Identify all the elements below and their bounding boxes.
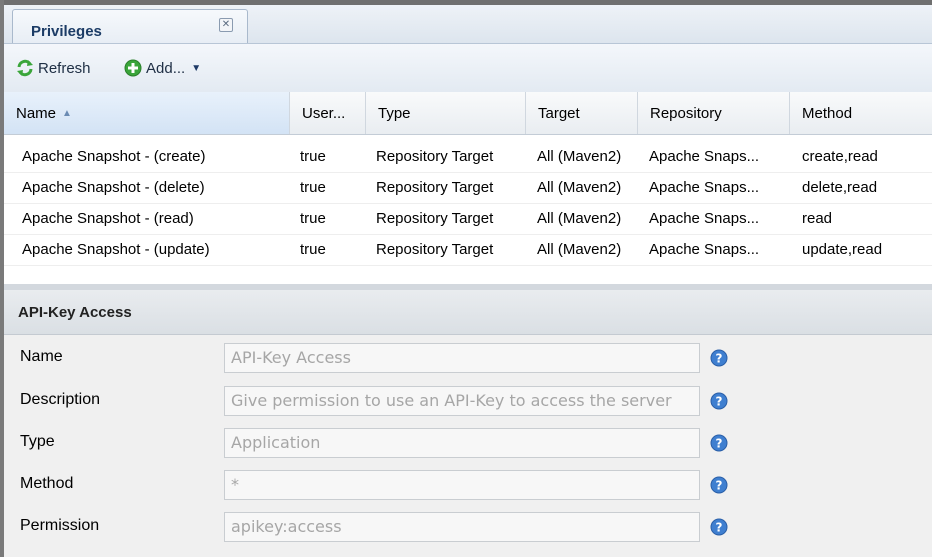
cell-user: true xyxy=(300,241,326,258)
cell-method: update,read xyxy=(802,241,883,258)
column-header-target[interactable]: Target xyxy=(526,92,638,134)
help-icon[interactable]: ? xyxy=(710,392,728,410)
help-icon[interactable]: ? xyxy=(710,349,728,367)
form-row-name: Name API-Key Access ? xyxy=(4,343,932,375)
sort-ascending-icon: ▲ xyxy=(62,107,72,119)
cell-repository: Apache Snaps... xyxy=(649,241,760,258)
cell-type: Repository Target xyxy=(376,210,494,227)
field-label: Name xyxy=(20,348,63,365)
cell-name: Apache Snapshot - (create) xyxy=(22,148,206,165)
description-field[interactable]: Give permission to use an API-Key to acc… xyxy=(224,386,700,416)
form-title: API-Key Access xyxy=(18,304,132,321)
chevron-down-icon[interactable]: ▼ xyxy=(191,63,201,74)
cell-name: Apache Snapshot - (update) xyxy=(22,241,210,258)
field-label: Description xyxy=(20,391,101,408)
name-field[interactable]: API-Key Access xyxy=(224,343,700,373)
cell-user: true xyxy=(300,179,326,196)
form-row-description: Description Give permission to use an AP… xyxy=(4,386,932,418)
column-header-name[interactable]: Name ▲ xyxy=(4,92,290,134)
svg-text:?: ? xyxy=(716,521,723,535)
type-field[interactable]: Application xyxy=(224,428,700,458)
tab-label: Privileges xyxy=(31,23,102,40)
column-label: Method xyxy=(802,104,853,122)
form-row-permission: Permission apikey:access ? xyxy=(4,512,932,544)
column-header-type[interactable]: Type xyxy=(366,92,526,134)
cell-method: read xyxy=(802,210,833,227)
cell-user: true xyxy=(300,148,326,165)
help-icon[interactable]: ? xyxy=(710,518,728,536)
column-header-user[interactable]: User... xyxy=(290,92,366,134)
tab-strip: Privileges ✕ xyxy=(4,5,932,44)
cell-target: All (Maven2) xyxy=(537,241,622,258)
permission-field[interactable]: apikey:access xyxy=(224,512,700,542)
svg-text:?: ? xyxy=(716,395,723,409)
column-label: Type xyxy=(378,104,411,122)
add-label: Add... xyxy=(146,59,186,77)
cell-name: Apache Snapshot - (delete) xyxy=(22,179,205,196)
add-button[interactable]: Add... ▼ xyxy=(124,56,201,80)
refresh-button[interactable]: Refresh xyxy=(16,56,91,80)
field-label: Type xyxy=(20,433,55,450)
help-icon[interactable]: ? xyxy=(710,434,728,452)
help-icon[interactable]: ? xyxy=(710,476,728,494)
privilege-form: Name API-Key Access ? Description Give p… xyxy=(4,335,932,557)
cell-repository: Apache Snaps... xyxy=(649,148,760,165)
column-label: Name xyxy=(16,104,57,122)
table-row[interactable]: Apache Snapshot - (update) true Reposito… xyxy=(4,235,932,266)
refresh-label: Refresh xyxy=(38,59,91,77)
cell-repository: Apache Snaps... xyxy=(649,210,760,227)
cell-method: create,read xyxy=(802,148,878,165)
svg-text:?: ? xyxy=(716,437,723,451)
svg-text:?: ? xyxy=(716,352,723,366)
cell-target: All (Maven2) xyxy=(537,210,622,227)
table-row[interactable]: Apache Snapshot - (create) true Reposito… xyxy=(4,142,932,173)
cell-target: All (Maven2) xyxy=(537,148,622,165)
close-icon[interactable]: ✕ xyxy=(219,18,233,32)
form-row-method: Method * ? xyxy=(4,470,932,502)
method-field[interactable]: * xyxy=(224,470,700,500)
cell-repository: Apache Snaps... xyxy=(649,179,760,196)
field-label: Permission xyxy=(20,517,100,534)
form-row-type: Type Application ? xyxy=(4,428,932,460)
refresh-icon xyxy=(17,59,33,77)
column-header-repository[interactable]: Repository xyxy=(638,92,790,134)
cell-type: Repository Target xyxy=(376,241,494,258)
grid-body: Apache Snapshot - (create) true Reposito… xyxy=(4,142,932,266)
table-row[interactable]: Apache Snapshot - (delete) true Reposito… xyxy=(4,173,932,204)
svg-text:?: ? xyxy=(716,479,723,493)
column-label: Target xyxy=(538,104,580,122)
cell-type: Repository Target xyxy=(376,179,494,196)
cell-type: Repository Target xyxy=(376,148,494,165)
table-row[interactable]: Apache Snapshot - (read) true Repository… xyxy=(4,204,932,235)
cell-user: true xyxy=(300,210,326,227)
cell-name: Apache Snapshot - (read) xyxy=(22,210,194,227)
cell-target: All (Maven2) xyxy=(537,179,622,196)
toolbar: Refresh Add... ▼ xyxy=(4,44,932,93)
cell-method: delete,read xyxy=(802,179,878,196)
column-header-method[interactable]: Method xyxy=(790,92,932,134)
column-label: User... xyxy=(302,104,346,122)
add-icon xyxy=(124,59,142,77)
column-label: Repository xyxy=(650,104,722,122)
form-header: API-Key Access xyxy=(4,290,932,335)
grid-header: Name ▲ User... Type Target Repository Me… xyxy=(4,92,932,135)
field-label: Method xyxy=(20,475,74,492)
tab-privileges[interactable]: Privileges ✕ xyxy=(12,9,248,43)
